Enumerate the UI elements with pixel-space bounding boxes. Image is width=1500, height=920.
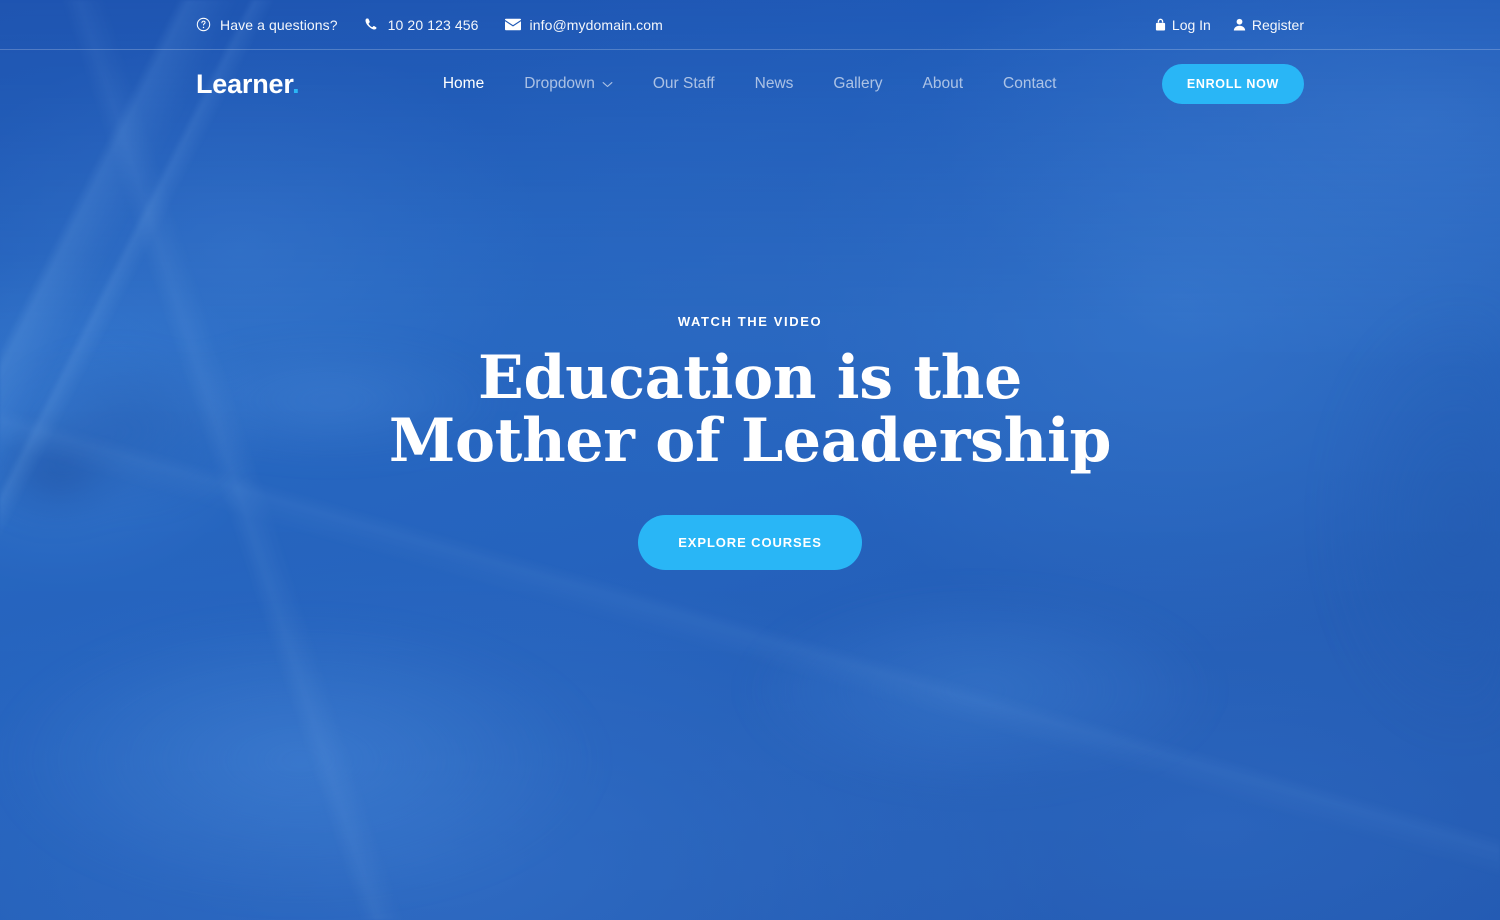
envelope-icon [504, 18, 521, 31]
nav-item-gallery[interactable]: Gallery [813, 65, 902, 103]
nav-item-our-staff-label: Our Staff [652, 75, 715, 92]
nav-item-dropdown-label: Dropdown [524, 75, 595, 92]
topbar-have-questions: Have a questions? [196, 17, 338, 33]
hero-section: WATCH THE VIDEO Education is the Mother … [0, 118, 1500, 920]
topbar-email-label: info@mydomain.com [529, 16, 663, 33]
register-label: Register [1251, 16, 1304, 33]
top-utility-bar: Have a questions? 10 20 123 456 info@myd… [0, 0, 1500, 50]
nav-item-contact[interactable]: Contact [983, 65, 1076, 103]
nav-item-gallery-label: Gallery [833, 75, 883, 92]
explore-courses-button[interactable]: EXPLORE COURSES [638, 515, 862, 570]
site-logo[interactable]: Learner. [196, 68, 300, 100]
hero-headline: Education is the Mother of Leadership [388, 343, 1112, 476]
nav-item-our-staff[interactable]: Our Staff [633, 65, 735, 103]
nav-item-news[interactable]: News [735, 65, 814, 103]
login-link[interactable]: Log In [1155, 17, 1211, 33]
nav-item-news-label: News [754, 75, 794, 92]
site-logo-dot: . [292, 68, 300, 99]
nav-item-home[interactable]: Home [423, 65, 504, 103]
topbar-phone[interactable]: 10 20 123 456 [364, 17, 479, 33]
nav-item-about-label: About [922, 75, 964, 92]
user-icon [1233, 18, 1246, 31]
topbar-account-group: Log In Register [1155, 17, 1304, 33]
nav-item-contact-label: Contact [1003, 75, 1057, 92]
login-label: Log In [1171, 16, 1211, 33]
hero-eyebrow: WATCH THE VIDEO [677, 314, 823, 329]
topbar-contact-group: Have a questions? 10 20 123 456 info@myd… [196, 17, 1155, 33]
main-navigation-bar: Learner. Home Dropdown Our Staff News Ga… [0, 50, 1500, 118]
topbar-phone-label: 10 20 123 456 [387, 16, 479, 33]
nav-item-about[interactable]: About [903, 65, 984, 103]
primary-menu: Home Dropdown Our Staff News Gallery Abo… [337, 65, 1161, 103]
question-circle-icon [196, 17, 211, 32]
lock-icon [1155, 18, 1166, 31]
nav-item-home-label: Home [442, 75, 485, 92]
topbar-have-questions-label: Have a questions? [220, 16, 338, 33]
topbar-email[interactable]: info@mydomain.com [504, 16, 663, 33]
site-logo-text: Learner [196, 68, 293, 99]
nav-item-dropdown[interactable]: Dropdown [504, 65, 633, 103]
chevron-down-icon [602, 81, 613, 88]
register-link[interactable]: Register [1233, 17, 1304, 33]
phone-icon [364, 17, 379, 32]
enroll-now-button[interactable]: ENROLL NOW [1161, 64, 1304, 104]
